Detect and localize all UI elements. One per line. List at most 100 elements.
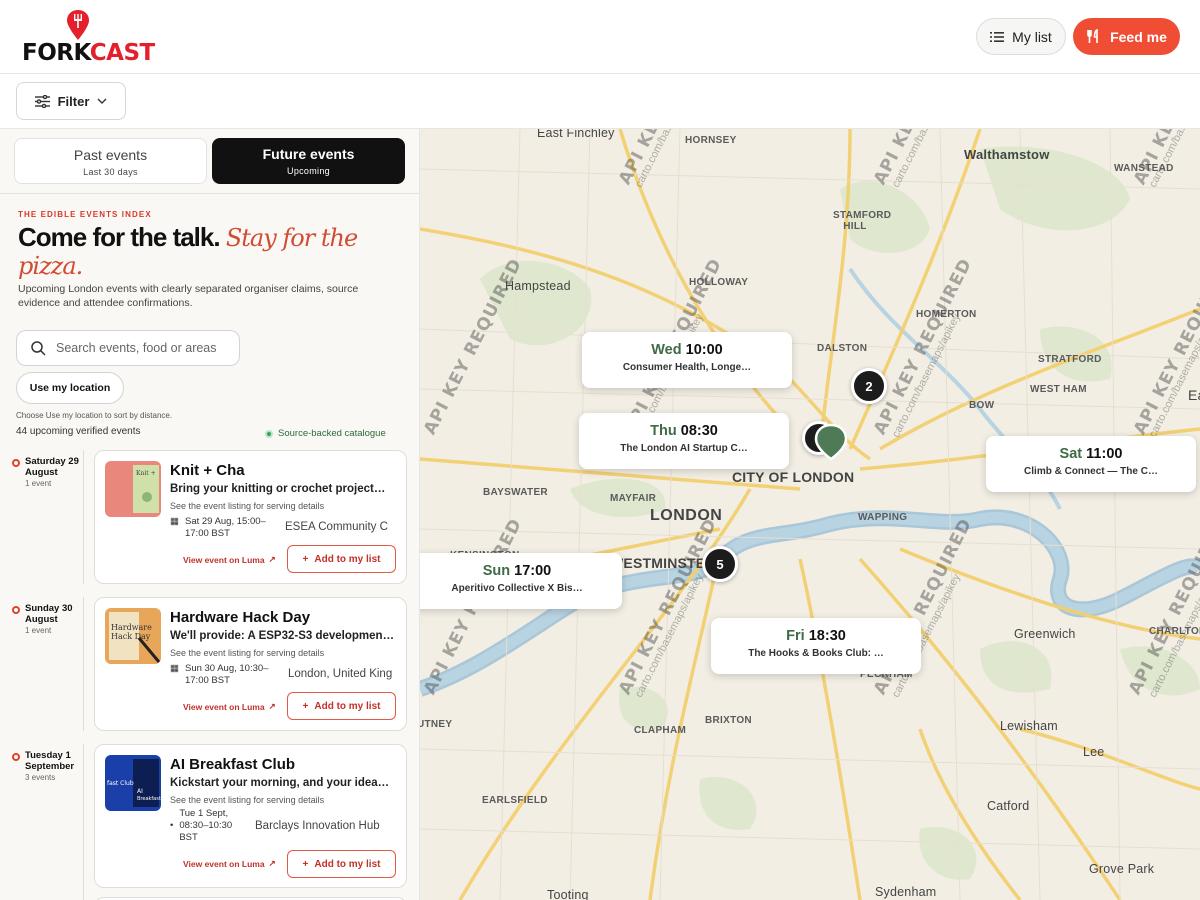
tab-future-label: Future events <box>262 146 355 162</box>
tab-future-sub: Upcoming <box>287 166 330 176</box>
bubble-day: Sat <box>1059 446 1083 462</box>
catalogue-label: Source-backed catalogue <box>278 428 386 439</box>
chevron-down-icon <box>97 98 107 104</box>
map-place-label: HOMERTON <box>916 309 977 320</box>
map-event-bubble[interactable]: Wed 10:00 Consumer Health, Longe… <box>582 332 792 388</box>
page-subtext: Upcoming London events with clearly sepa… <box>18 283 359 309</box>
tab-future-events[interactable]: Future events Upcoming <box>212 138 405 184</box>
event-title[interactable]: Hardware Hack Day <box>170 609 310 626</box>
page-headline: Come for the talk. Stay for the pizza. <box>18 222 358 280</box>
bubble-time: 10:00 <box>685 342 723 358</box>
date-group-header: Saturday 29 August 1 event <box>12 456 84 488</box>
event-count: 44 upcoming verified events <box>16 426 141 437</box>
filter-bar: Filter <box>0 74 1200 129</box>
event-title[interactable]: AI Breakfast Club <box>170 756 295 773</box>
forkcast-logo[interactable]: FORKCAST <box>22 10 155 66</box>
event-card[interactable]: Hardware Hack Day Hardware Hack Day We'll… <box>94 597 407 731</box>
fork-knife-icon <box>1087 29 1098 43</box>
bubble-day: Fri <box>786 628 805 644</box>
map-place-label: CLAPHAM <box>634 725 687 736</box>
date-group-header: Tuesday 1 September 3 events <box>12 750 84 782</box>
eyebrow-label: THE EDIBLE EVENTS INDEX <box>18 210 152 219</box>
date-event-count: 1 event <box>25 626 52 635</box>
external-link-icon: ↗ <box>268 858 276 868</box>
event-datetime: ▦ Sun 30 Aug, 10:30–17:00 BST <box>170 663 269 686</box>
bubble-event-name: The Hooks & Books Club: … <box>748 648 884 659</box>
map-place-label: WANSTEAD <box>1114 163 1174 174</box>
filter-label: Filter <box>57 93 90 109</box>
map-event-bubble[interactable]: Fri 18:30 The Hooks & Books Club: … <box>711 618 921 674</box>
date-label: Tuesday 1 September <box>25 750 75 772</box>
date-label: Sunday 30 August <box>25 603 73 625</box>
clock-icon: • <box>170 820 174 831</box>
my-list-button[interactable]: My list <box>976 18 1066 55</box>
status-dot-icon <box>265 429 273 438</box>
map-event-bubble[interactable]: Thu 08:30 The London AI Startup C… <box>579 413 789 469</box>
app-header: FORKCAST My list Feed me <box>0 0 1200 74</box>
event-link[interactable]: View event on Luma ↗ <box>183 701 276 712</box>
date-dot-icon <box>12 753 20 761</box>
map-place-label: HORNSEY <box>685 135 737 146</box>
map-event-bubble[interactable]: Sun 17:00 Aperitivo Collective X Bis… <box>420 553 622 609</box>
map-event-bubble[interactable]: Sat 11:00 Climb & Connect — The C… <box>986 436 1196 492</box>
calendar-icon: ▦ <box>170 663 179 674</box>
map-pin-icon[interactable] <box>814 423 848 461</box>
date-group-header: Sunday 30 August 1 event <box>12 603 84 635</box>
map-place-label: STRATFORD <box>1038 354 1102 365</box>
plus-icon: + <box>302 858 309 870</box>
fork-pin-icon <box>67 10 89 40</box>
map-place-label: CITY OF LONDON <box>732 469 855 485</box>
search-input[interactable] <box>56 341 226 355</box>
external-link-icon: ↗ <box>268 701 276 711</box>
map-place-label: Lewisham <box>1000 719 1058 733</box>
map-place-label: Lee <box>1083 745 1105 759</box>
events-map[interactable]: API KEY REQUIRED carto.com/basemaps/apik… <box>420 129 1200 900</box>
map-place-label: BRIXTON <box>705 715 752 726</box>
map-place-label: WEST HAM <box>1030 384 1087 395</box>
event-card[interactable]: fast Club AI Breakfast AI Breakfast Club K… <box>94 744 407 888</box>
filter-button[interactable]: Filter <box>16 82 126 120</box>
map-cluster-marker[interactable]: 5 <box>702 546 738 582</box>
list-icon <box>990 31 1005 42</box>
logo-wordmark: FORKCAST <box>22 40 155 66</box>
event-venue: Barclays Innovation Hub <box>255 820 380 832</box>
map-place-label: Sydenham <box>875 885 937 899</box>
map-place-label: Catford <box>987 799 1030 813</box>
map-cluster-marker[interactable]: 2 <box>851 368 887 404</box>
map-place-label: EARLSFIELD <box>482 795 548 806</box>
event-link[interactable]: View event on Luma ↗ <box>183 858 276 869</box>
event-datetime: ▦ Sat 29 Aug, 15:00–17:00 BST <box>170 516 266 539</box>
event-sidebar[interactable]: Past events Last 30 days Future events U… <box>0 129 420 900</box>
add-to-list-button[interactable]: + Add to my list <box>287 545 396 573</box>
event-serving: See the event listing for serving detail… <box>170 648 325 658</box>
tab-past-label: Past events <box>73 147 148 163</box>
event-card[interactable]: Knit + Knit + Cha Bring your knitting or… <box>94 450 407 584</box>
date-label: Saturday 29 August <box>25 456 79 478</box>
use-my-location-button[interactable]: Use my location <box>16 372 124 404</box>
map-place-label: WESTMINSTER <box>610 555 716 571</box>
bubble-time: 18:30 <box>808 628 846 644</box>
event-tabs: Past events Last 30 days Future events U… <box>0 129 419 194</box>
event-link[interactable]: View event on Luma ↗ <box>183 554 276 565</box>
event-serving: See the event listing for serving detail… <box>170 795 325 805</box>
map-place-label: Ea <box>1188 387 1200 403</box>
bubble-day: Thu <box>650 423 677 439</box>
svg-text:fast Club: fast Club <box>107 780 134 787</box>
add-to-list-button[interactable]: + Add to my list <box>287 850 396 878</box>
catalogue-badge: Source-backed catalogue <box>265 428 386 439</box>
tab-past-events[interactable]: Past events Last 30 days <box>14 138 207 184</box>
event-description: We'll provide: A ESP32-S3 developmen… <box>170 630 395 642</box>
feed-me-button[interactable]: Feed me <box>1073 18 1180 55</box>
date-event-count: 1 event <box>25 479 52 488</box>
plus-icon: + <box>302 553 309 565</box>
event-title[interactable]: Knit + Cha <box>170 462 245 479</box>
map-place-label: Grove Park <box>1089 862 1155 876</box>
map-place-label: Walthamstow <box>964 147 1050 162</box>
add-to-list-button[interactable]: + Add to my list <box>287 692 396 720</box>
search-box <box>16 330 240 366</box>
bubble-time: 17:00 <box>514 563 552 579</box>
map-place-label: Hampstead <box>505 279 571 293</box>
bubble-event-name: Climb & Connect — The C… <box>1024 466 1158 477</box>
event-venue: ESEA Community C <box>285 521 388 533</box>
map-place-label: LONDON <box>650 507 723 524</box>
